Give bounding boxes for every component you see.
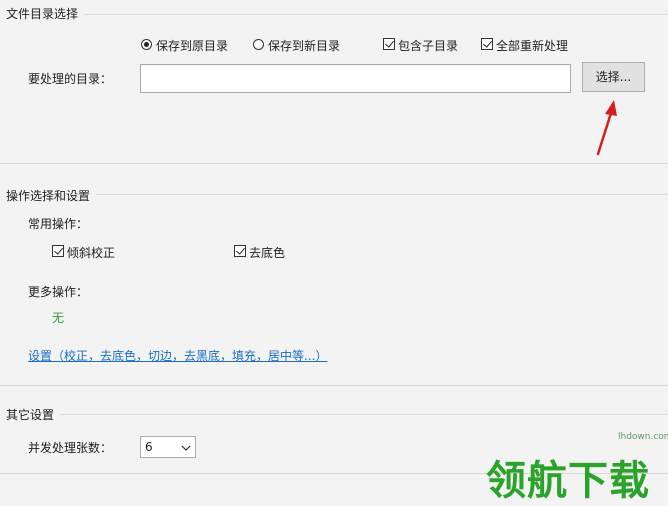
checkbox-deskew[interactable] bbox=[52, 245, 64, 257]
section-separator bbox=[0, 163, 668, 164]
chevron-down-icon bbox=[181, 445, 191, 451]
radio-keep-original-label[interactable]: 保存到原目录 bbox=[156, 37, 228, 54]
more-ops-label: 更多操作： bbox=[28, 285, 89, 299]
checkbox-remove-bg-label[interactable]: 去底色 bbox=[249, 244, 285, 261]
watermark-url: lhdown.com bbox=[618, 432, 668, 442]
section-title-operations: 操作选择和设置 bbox=[6, 189, 91, 203]
checkbox-include-subdirs[interactable] bbox=[383, 38, 395, 50]
section-divider bbox=[84, 14, 668, 15]
dir-label: 要处理的目录： bbox=[28, 72, 113, 86]
checkbox-deskew-label[interactable]: 倾斜校正 bbox=[67, 244, 115, 261]
section-separator bbox=[0, 385, 668, 386]
concurrency-select-value: 6 bbox=[145, 440, 153, 454]
checkbox-reprocess-all[interactable] bbox=[481, 38, 493, 50]
checkbox-include-subdirs-label[interactable]: 包含子目录 bbox=[398, 37, 458, 54]
more-ops-value: 无 bbox=[52, 311, 65, 325]
checkbox-remove-bg[interactable] bbox=[234, 245, 246, 257]
section-divider bbox=[96, 194, 668, 195]
section-title-other: 其它设置 bbox=[6, 408, 55, 422]
red-arrow-annotation bbox=[596, 100, 617, 156]
concurrency-label: 并发处理张数： bbox=[28, 441, 113, 455]
watermark-logo: 领航下载 bbox=[486, 457, 650, 504]
radio-new-dir[interactable] bbox=[253, 39, 264, 50]
radio-new-dir-label[interactable]: 保存到新目录 bbox=[268, 37, 340, 54]
settings-link[interactable]: 设置（校正，去底色，切边，去黑底，填充，居中等...） bbox=[28, 347, 327, 364]
section-title-directory: 文件目录选择 bbox=[6, 7, 79, 21]
section-divider bbox=[60, 414, 668, 415]
choose-dir-button[interactable]: 选择... bbox=[582, 62, 645, 92]
common-ops-label: 常用操作： bbox=[28, 217, 89, 231]
checkbox-reprocess-all-label[interactable]: 全部重新处理 bbox=[496, 37, 568, 54]
radio-keep-original[interactable] bbox=[141, 39, 152, 50]
dir-input[interactable] bbox=[140, 64, 571, 93]
concurrency-select[interactable]: 6 bbox=[140, 436, 196, 458]
